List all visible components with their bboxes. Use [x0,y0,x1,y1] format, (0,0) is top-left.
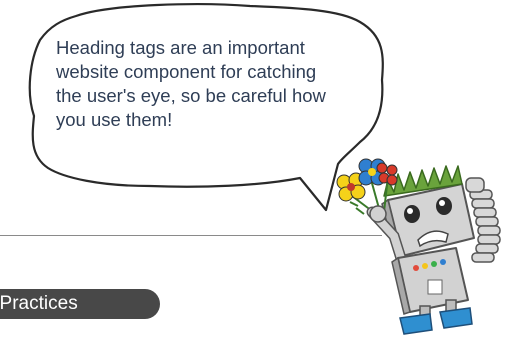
section-divider [0,235,382,236]
robot-right-arm [465,177,501,263]
section-heading-pill: t Practices [0,289,160,319]
speech-bubble-text: Heading tags are an important website co… [56,37,326,130]
section-heading-label: t Practices [0,293,78,314]
robot-mascot [336,158,501,335]
